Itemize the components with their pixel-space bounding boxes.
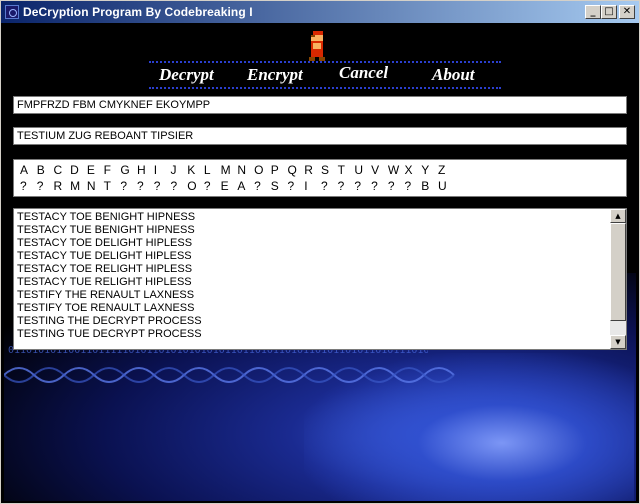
key-mapping: ? (170, 179, 178, 193)
key-letter: H (137, 163, 146, 177)
key-mapping: B (421, 179, 430, 193)
plaintext-output[interactable]: TESTIUM ZUG REBOANT TIPSIER (13, 127, 627, 145)
key-mapping: ? (320, 179, 328, 193)
key-mapping: M (70, 179, 81, 193)
list-item[interactable]: TESTIFY THE RENAULT LAXNESS (17, 289, 202, 302)
scroll-down-icon[interactable]: ▼ (610, 335, 626, 349)
key-letter: E (86, 163, 95, 177)
key-letter: V (371, 163, 380, 177)
key-letter: L (203, 163, 211, 177)
key-letter: B (36, 163, 45, 177)
key-mapping: S (270, 179, 279, 193)
key-letter: C (53, 163, 63, 177)
title-bar[interactable]: DeCryption Program By Codebreaking I _ □… (1, 1, 639, 23)
key-letter: I (153, 163, 158, 177)
list-item[interactable]: TESTACY TOE BENIGHT HIPNESS (17, 211, 202, 224)
scrollbar-thumb[interactable] (610, 223, 626, 321)
key-mapping: ? (354, 179, 362, 193)
key-mapping: I (304, 179, 308, 193)
candidate-list[interactable]: TESTACY TOE BENIGHT HIPNESS TESTACY TUE B… (13, 208, 627, 350)
key-mapping: ? (153, 179, 161, 193)
app-window: DeCryption Program By Codebreaking I _ □… (0, 0, 640, 504)
key-letter: K (187, 163, 196, 177)
key-letter: A (20, 163, 29, 177)
encrypt-menu-button[interactable]: Encrypt (247, 65, 303, 85)
maximize-button[interactable]: □ (601, 5, 617, 19)
key-letter: T (337, 163, 345, 177)
list-item[interactable]: TESTACY TOE DELIGHT HIPLESS (17, 237, 202, 250)
key-mapping: ? (337, 179, 345, 193)
decrypt-menu-button[interactable]: Decrypt (159, 65, 214, 85)
alphabet-row: ABCDEFGHIJKLMNOPQRSTUVWXYZ (20, 163, 455, 177)
key-letter: W (387, 163, 400, 177)
candidate-list-items: TESTACY TOE BENIGHT HIPNESS TESTACY TUE B… (17, 211, 202, 341)
key-letter: F (103, 163, 111, 177)
key-mapping: R (53, 179, 63, 193)
key-mapping: ? (254, 179, 261, 193)
minimize-button[interactable]: _ (585, 5, 601, 19)
key-letter: R (304, 163, 313, 177)
key-mapping: N (86, 179, 96, 193)
client-area: 0110101011001101111101011010101010101101… (4, 23, 636, 501)
app-icon (5, 5, 19, 19)
key-mapping: ? (203, 179, 211, 193)
list-item[interactable]: TESTACY TUE RELIGHT HIPLESS (17, 276, 202, 289)
key-letter: D (70, 163, 79, 177)
key-letter: Y (421, 163, 430, 177)
list-item[interactable]: TESTING TUE DECRYPT PROCESS (17, 328, 202, 341)
key-mapping: ? (36, 179, 44, 193)
key-letter: O (254, 163, 264, 177)
key-letter: J (170, 163, 177, 177)
key-mapping: ? (371, 179, 378, 193)
list-item[interactable]: TESTACY TUE BENIGHT HIPNESS (17, 224, 202, 237)
list-item[interactable]: TESTING THE DECRYPT PROCESS (17, 315, 202, 328)
key-mapping: T (103, 179, 111, 193)
key-mapping: A (237, 179, 246, 193)
mapping-row: ?? R M N T???? O? E A? S? I?????? B U (20, 179, 455, 193)
key-letter: M (220, 163, 231, 177)
scroll-up-icon[interactable]: ▲ (610, 209, 626, 223)
window-title: DeCryption Program By Codebreaking I (23, 5, 253, 19)
about-menu-button[interactable]: About (432, 65, 475, 85)
key-mapping: O (187, 179, 197, 193)
key-letter: P (270, 163, 279, 177)
substitution-key-panel: ABCDEFGHIJKLMNOPQRSTUVWXYZ ?? R M N T???? O? E… (13, 159, 627, 197)
mario-sprite-icon (309, 31, 325, 63)
list-item[interactable]: TESTACY TUE DELIGHT HIPLESS (17, 250, 202, 263)
cancel-menu-button[interactable]: Cancel (339, 63, 388, 83)
key-mapping: U (437, 179, 447, 193)
list-item[interactable]: TESTIFY TOE RENAULT LAXNESS (17, 302, 202, 315)
key-mapping: ? (120, 179, 127, 193)
key-letter: Z (437, 163, 446, 177)
list-item[interactable]: TESTACY TOE RELIGHT HIPLESS (17, 263, 202, 276)
key-letter: U (354, 163, 364, 177)
key-letter: N (237, 163, 247, 177)
key-letter: G (120, 163, 130, 177)
key-mapping: ? (20, 179, 27, 193)
key-letter: X (404, 163, 413, 177)
key-mapping: ? (404, 179, 412, 193)
key-letter: Q (287, 163, 297, 177)
dna-helix-image (4, 367, 455, 383)
close-button[interactable]: ✕ (619, 5, 635, 19)
vertical-scrollbar[interactable]: ▲ ▼ (610, 209, 626, 349)
ciphertext-input[interactable]: FMPFRZD FBM CMYKNEF EKOYMPP (13, 96, 627, 114)
key-mapping: E (220, 179, 229, 193)
key-letter: S (320, 163, 329, 177)
key-mapping: ? (387, 179, 395, 193)
key-mapping: ? (137, 179, 144, 193)
key-mapping: ? (287, 179, 295, 193)
